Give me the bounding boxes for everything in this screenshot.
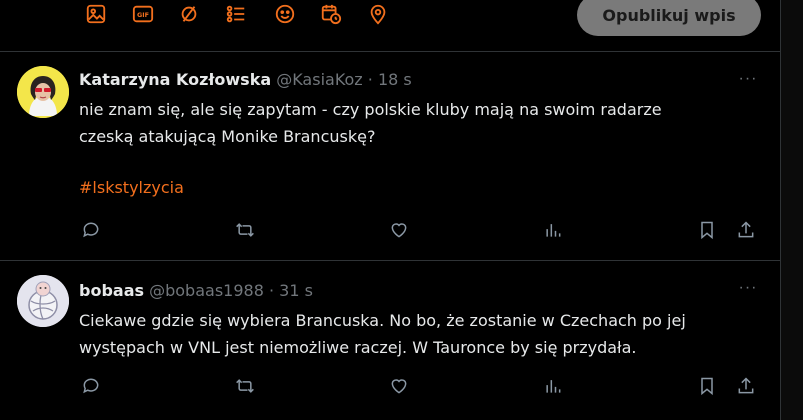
author-name[interactable]: Katarzyna Kozłowska — [79, 70, 271, 89]
author-name[interactable]: bobaas — [79, 281, 144, 300]
emoji-icon[interactable] — [273, 2, 297, 26]
avatar[interactable] — [17, 275, 69, 327]
like-icon[interactable] — [387, 374, 411, 398]
more-options-icon[interactable]: ··· — [737, 279, 759, 299]
post-body-line: nie znam się, ale się zapytam - czy pols… — [79, 100, 662, 119]
post-header: bobaas @bobaas1988 · 31 s — [79, 281, 313, 300]
list-icon[interactable] — [224, 2, 248, 26]
avatar[interactable] — [17, 66, 69, 118]
views-icon[interactable] — [541, 374, 565, 398]
author-handle[interactable]: @KasiaKoz — [276, 70, 362, 89]
more-options-icon[interactable]: ··· — [737, 70, 759, 90]
poll-icon[interactable] — [177, 2, 201, 26]
author-handle[interactable]: @bobaas1988 — [149, 281, 264, 300]
bookmark-icon[interactable] — [695, 218, 719, 242]
timeline-column: GIF Opublikuj wpis Katarzyna Kozłowska @… — [0, 0, 781, 420]
separator: · — [367, 70, 373, 89]
hashtag-link[interactable]: #lskstylzycia — [79, 178, 184, 197]
reply-icon[interactable] — [79, 374, 103, 398]
scrollbar[interactable] — [781, 0, 803, 420]
repost-icon[interactable] — [233, 218, 257, 242]
reply-icon[interactable] — [79, 218, 103, 242]
post-header: Katarzyna Kozłowska @KasiaKoz · 18 s — [79, 70, 412, 89]
post-time[interactable]: 18 s — [378, 70, 412, 89]
schedule-icon[interactable] — [319, 2, 343, 26]
share-icon[interactable] — [734, 374, 758, 398]
share-icon[interactable] — [734, 218, 758, 242]
location-icon[interactable] — [366, 2, 390, 26]
bookmark-icon[interactable] — [695, 374, 719, 398]
composer-toolbar: GIF Opublikuj wpis — [0, 0, 781, 52]
post-body: nie znam się, ale się zapytam - czy pols… — [79, 96, 662, 150]
post-body: Ciekawe gdzie się wybiera Brancuska. No … — [79, 307, 686, 361]
image-icon[interactable] — [84, 2, 108, 26]
separator: · — [268, 281, 275, 300]
post[interactable]: Katarzyna Kozłowska @KasiaKoz · 18 s ···… — [0, 52, 781, 261]
post[interactable]: bobaas @bobaas1988 · 31 s ··· Ciekawe gd… — [0, 261, 781, 420]
post-body-line: czeską atakującą Monike Brancuskę? — [79, 127, 376, 146]
repost-icon[interactable] — [233, 374, 257, 398]
gif-icon[interactable]: GIF — [131, 2, 155, 26]
post-time[interactable]: 31 s — [279, 281, 313, 300]
svg-text:GIF: GIF — [137, 11, 149, 19]
post-body-line: występach w VNL jest niemożliwe raczej. … — [79, 338, 637, 357]
publish-button[interactable]: Opublikuj wpis — [577, 0, 761, 36]
post-body-line: Ciekawe gdzie się wybiera Brancuska. No … — [79, 311, 686, 330]
like-icon[interactable] — [387, 218, 411, 242]
views-icon[interactable] — [541, 218, 565, 242]
